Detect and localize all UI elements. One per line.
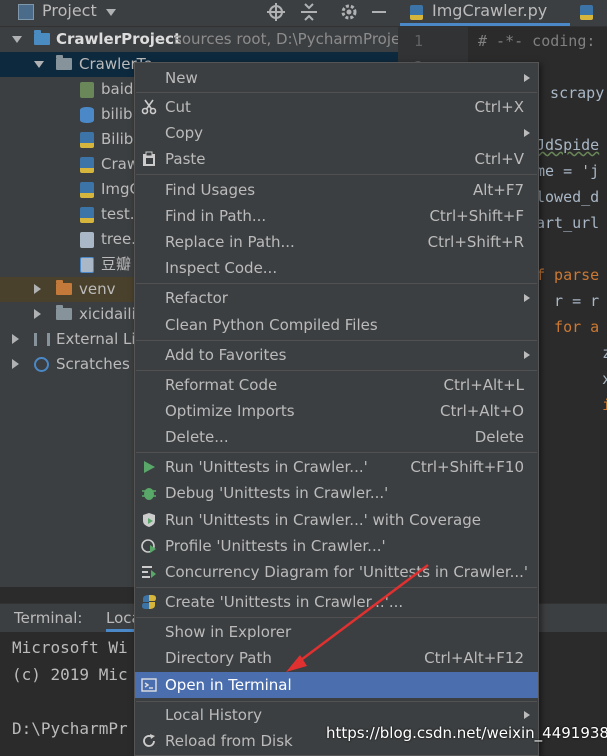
watermark-url: https://blog.csdn.net/weixin_44919384 [326, 724, 607, 742]
annotation-arrow [286, 563, 429, 672]
